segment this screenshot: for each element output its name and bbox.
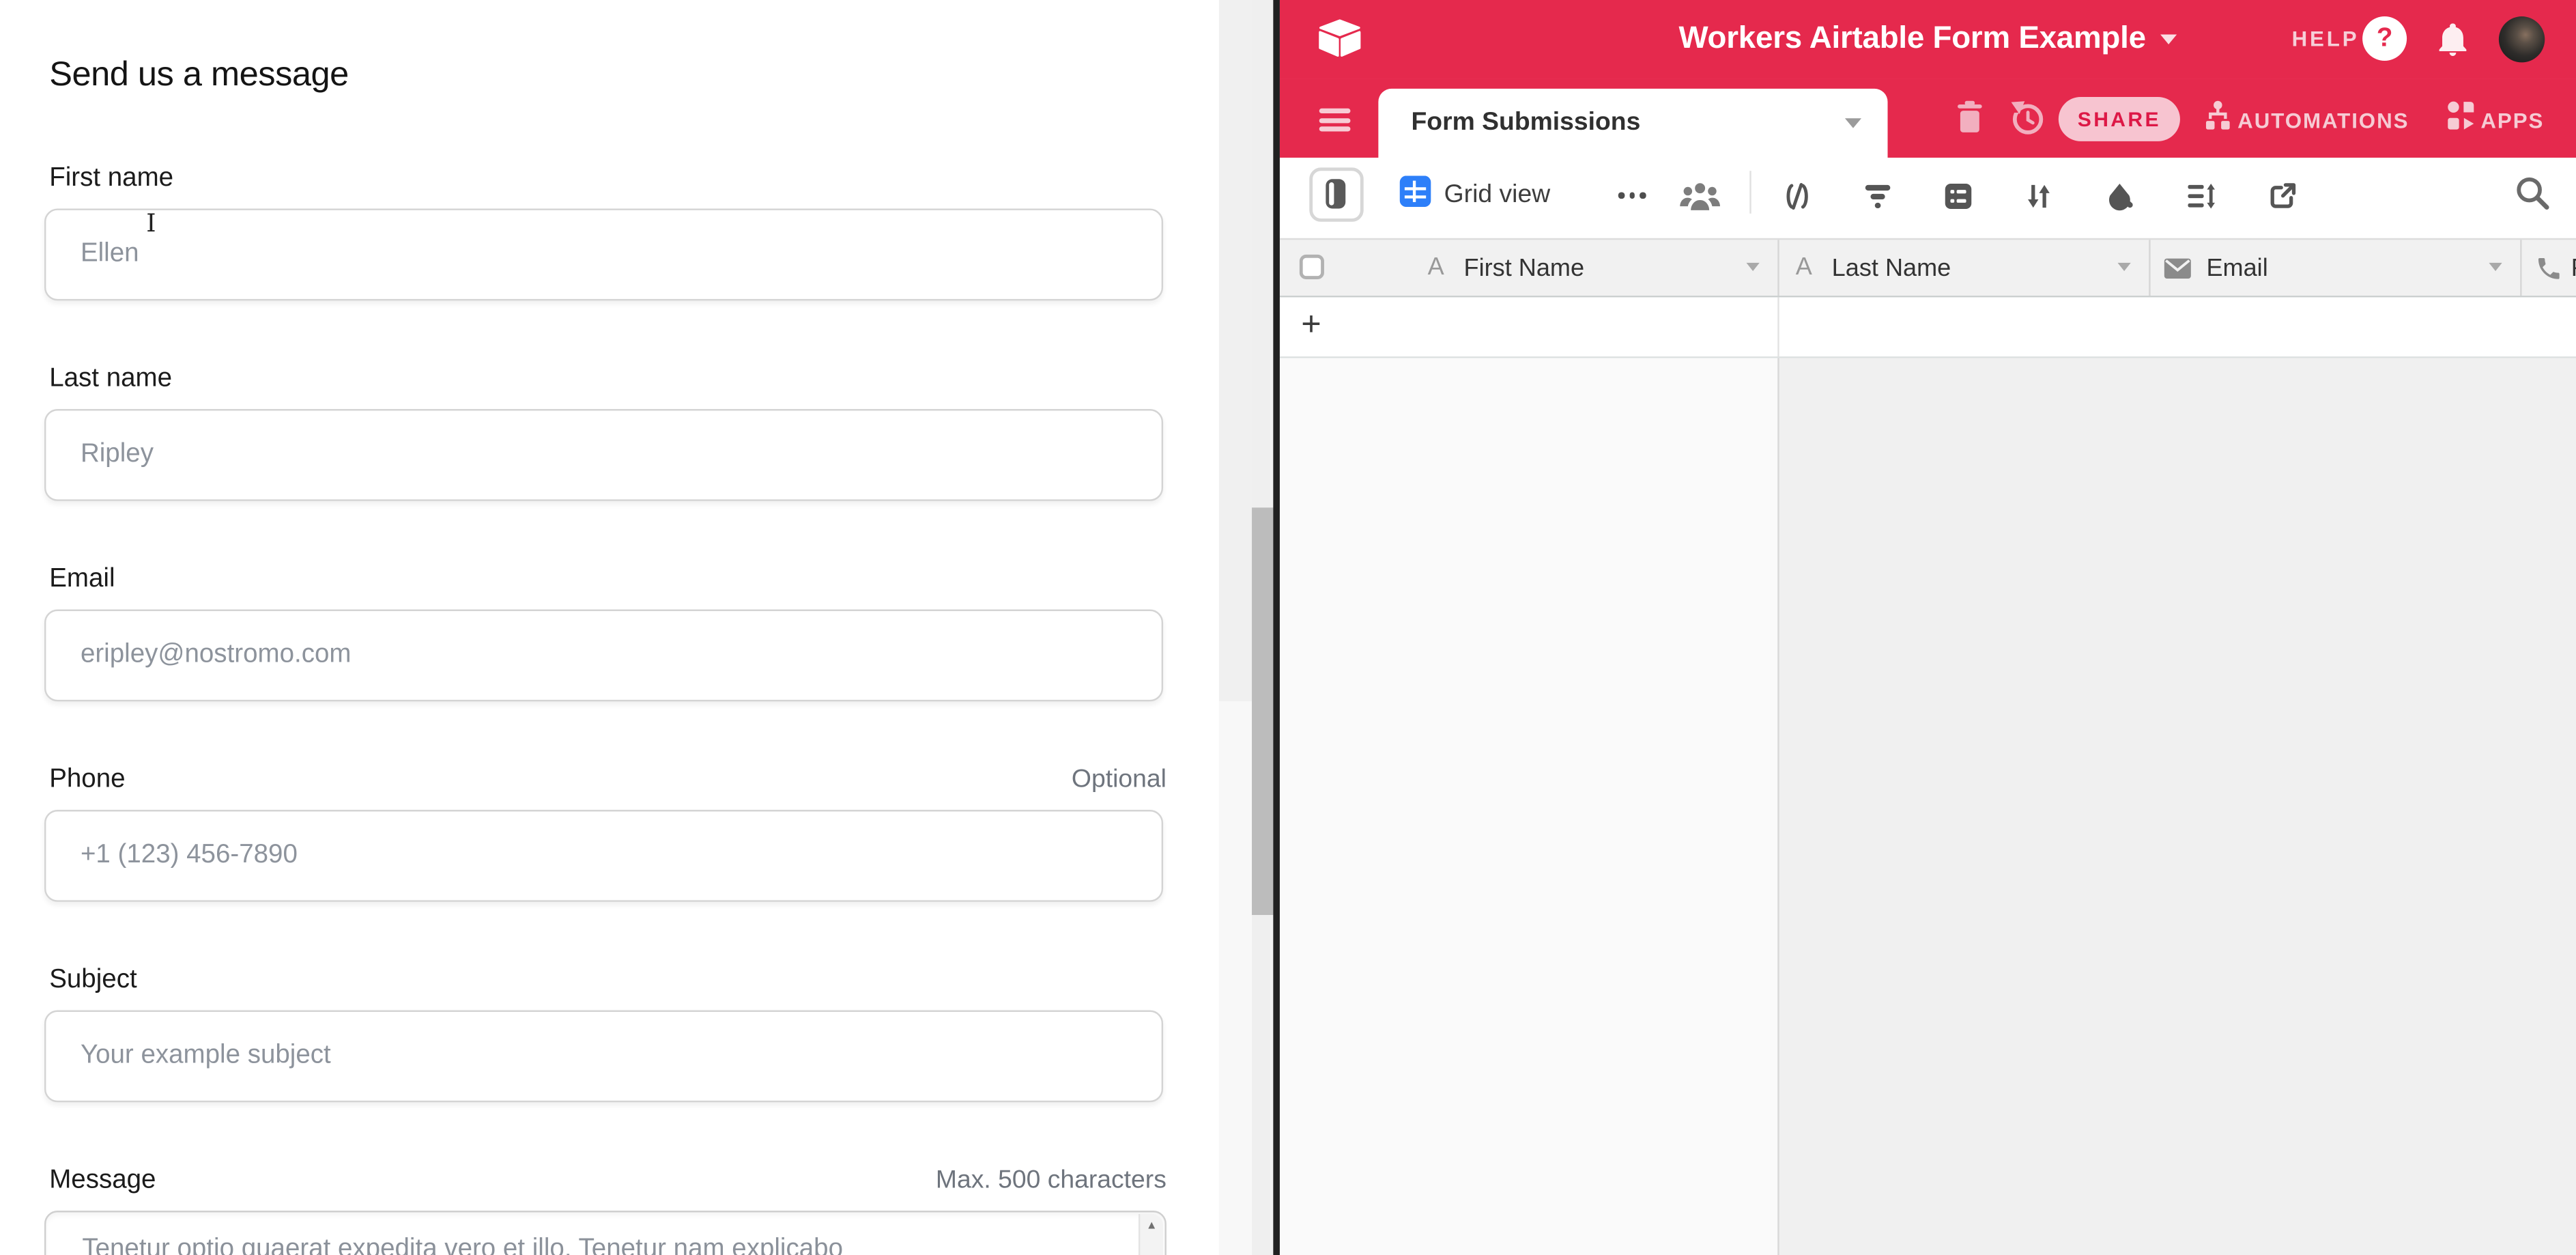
grid-add-row[interactable]: + bbox=[1280, 297, 2576, 358]
form-web-page: Send us a message First name Last name E… bbox=[0, 0, 1219, 1255]
tab-form-submissions[interactable]: Form Submissions bbox=[1378, 89, 1887, 158]
question-mark-icon: ? bbox=[2377, 24, 2393, 53]
select-all-checkbox[interactable] bbox=[1300, 255, 1324, 279]
phone-optional-label: Optional bbox=[1072, 765, 1167, 795]
first-name-input[interactable] bbox=[44, 209, 1163, 301]
email-label: Email bbox=[49, 565, 115, 595]
group-icon[interactable] bbox=[1943, 182, 1973, 210]
snapshot-history-icon[interactable] bbox=[2009, 100, 2046, 137]
grid-body-empty-area bbox=[1779, 358, 2576, 1255]
column-separator[interactable] bbox=[2520, 240, 2521, 296]
scaled-viewport: Send us a message First name Last name E… bbox=[0, 0, 2576, 1255]
share-label: SHARE bbox=[2078, 108, 2161, 131]
email-field-icon bbox=[2164, 258, 2192, 279]
toolbar-divider bbox=[1749, 171, 1751, 214]
subject-label: Subject bbox=[49, 966, 137, 996]
screenshot-stage: Send us a message First name Last name E… bbox=[0, 0, 2576, 1255]
message-label: Message bbox=[49, 1166, 156, 1196]
phone-field-icon bbox=[2535, 255, 2563, 283]
first-name-label: First name bbox=[49, 165, 173, 194]
apps-icon[interactable] bbox=[2446, 100, 2476, 132]
share-view-icon[interactable] bbox=[2269, 182, 2297, 210]
page-scrollbar-thumb[interactable] bbox=[1252, 507, 1273, 915]
column-header-last-name[interactable]: Last Name bbox=[1832, 255, 1951, 283]
scroll-up-icon[interactable]: ▲ bbox=[1140, 1220, 1163, 1232]
view-options-ellipsis-icon[interactable] bbox=[1618, 192, 1646, 198]
text-field-icon: A bbox=[1796, 253, 1812, 281]
column-caret-icon[interactable] bbox=[2489, 263, 2502, 271]
last-name-label: Last name bbox=[49, 365, 172, 394]
message-scrollbar[interactable]: ▲ bbox=[1139, 1214, 1163, 1255]
grid-view-icon[interactable] bbox=[1400, 175, 1431, 207]
phone-input[interactable] bbox=[44, 810, 1163, 902]
column-header-first-name[interactable]: First Name bbox=[1464, 255, 1585, 283]
collaborators-icon[interactable] bbox=[1677, 182, 1723, 212]
base-title[interactable]: Workers Airtable Form Example bbox=[1678, 21, 2145, 57]
user-avatar[interactable] bbox=[2499, 16, 2545, 62]
column-caret-icon[interactable] bbox=[1747, 263, 1760, 271]
text-field-icon: A bbox=[1428, 253, 1444, 281]
airtable-window: Workers Airtable Form Example HELP ? For… bbox=[1280, 0, 2576, 1255]
grid-gridline bbox=[1777, 358, 1779, 1255]
window-divider bbox=[1273, 0, 1280, 1255]
sidebar-menu-icon[interactable] bbox=[1319, 109, 1351, 132]
message-text: Tenetur optio quaerat expedita vero et i… bbox=[82, 1235, 1122, 1255]
grid-gridline bbox=[1777, 297, 1779, 356]
grid-header-row: A First Name A Last Name Email Phone bbox=[1280, 238, 2576, 298]
column-header-email[interactable]: Email bbox=[2206, 255, 2267, 283]
search-icon[interactable] bbox=[2515, 175, 2550, 210]
table-tab-caret-icon[interactable] bbox=[1845, 118, 1861, 128]
airtable-topbar: Workers Airtable Form Example HELP ? bbox=[1280, 0, 2576, 79]
subject-input[interactable] bbox=[44, 1011, 1163, 1103]
page-gutter bbox=[1219, 0, 1252, 701]
notifications-bell-icon[interactable] bbox=[2435, 20, 2471, 59]
help-circle-button[interactable]: ? bbox=[2362, 16, 2407, 61]
phone-label: Phone bbox=[49, 765, 125, 795]
add-row-plus-icon[interactable]: + bbox=[1301, 305, 1321, 345]
hide-fields-icon[interactable] bbox=[1782, 182, 1812, 210]
grid-body-primary-column bbox=[1280, 358, 1777, 1255]
grid-body bbox=[1280, 358, 2576, 1255]
sidebar-panel-icon bbox=[1326, 179, 1345, 208]
email-input[interactable] bbox=[44, 610, 1163, 702]
trash-icon[interactable] bbox=[1957, 100, 1984, 133]
table-tab-label: Form Submissions bbox=[1412, 109, 1641, 138]
automations-label[interactable]: AUTOMATIONS bbox=[2237, 109, 2409, 133]
sort-icon[interactable] bbox=[2026, 182, 2052, 210]
text-cursor-icon: I bbox=[146, 212, 156, 236]
row-height-icon[interactable] bbox=[2187, 182, 2216, 210]
page-gutter-lower bbox=[1219, 701, 1252, 1255]
message-maxchars-label: Max. 500 characters bbox=[936, 1166, 1167, 1196]
color-icon[interactable] bbox=[2106, 182, 2136, 212]
view-sidebar-toggle-button[interactable] bbox=[1309, 167, 1363, 221]
automations-icon[interactable] bbox=[2203, 100, 2233, 133]
last-name-input[interactable] bbox=[44, 409, 1163, 501]
apps-label[interactable]: APPS bbox=[2480, 109, 2544, 133]
help-button[interactable]: HELP bbox=[2292, 26, 2360, 51]
column-separator[interactable] bbox=[2149, 240, 2150, 296]
column-header-phone[interactable]: Phone bbox=[2571, 255, 2576, 283]
filter-icon[interactable] bbox=[1863, 182, 1892, 210]
base-title-caret-icon[interactable] bbox=[2160, 35, 2177, 44]
message-textarea[interactable]: Tenetur optio quaerat expedita vero et i… bbox=[44, 1211, 1167, 1255]
page-title: Send us a message bbox=[49, 56, 349, 96]
view-name-button[interactable]: Grid view bbox=[1444, 181, 1551, 210]
share-button[interactable]: SHARE bbox=[2059, 97, 2180, 141]
column-separator[interactable] bbox=[1777, 240, 1779, 296]
column-caret-icon[interactable] bbox=[2117, 263, 2130, 271]
